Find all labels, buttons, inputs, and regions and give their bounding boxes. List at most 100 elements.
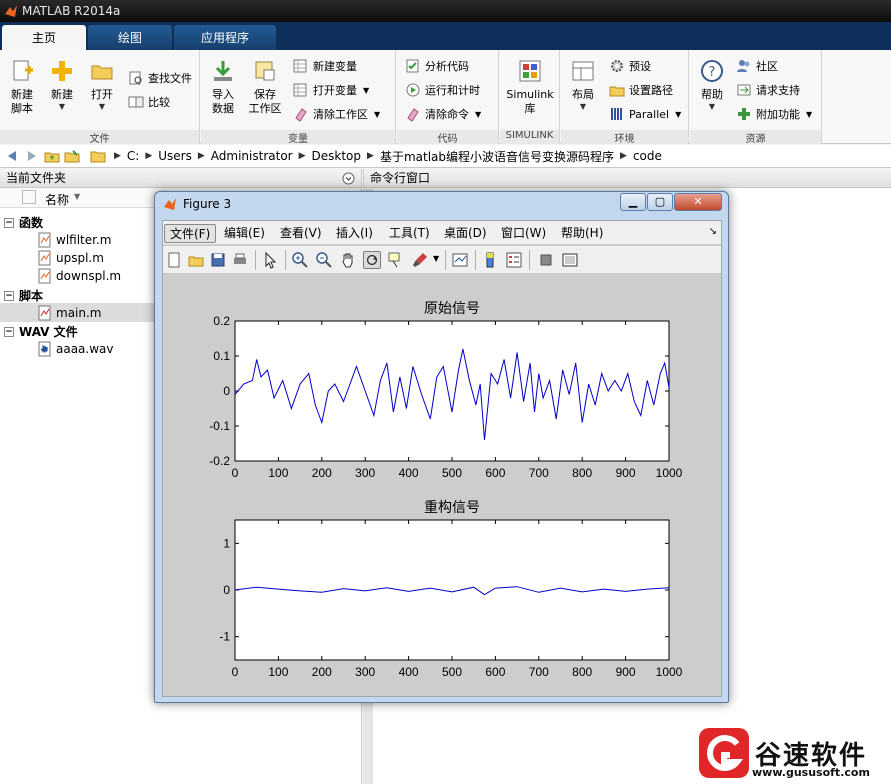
layout-button[interactable]: 布局 ▼ (563, 58, 603, 112)
set-path-icon (609, 86, 625, 97)
menu-view[interactable]: 查看(V) (275, 224, 327, 243)
x-tick-label: 700 (529, 665, 549, 679)
x-tick-label: 600 (485, 466, 505, 480)
legend-icon[interactable] (505, 251, 523, 269)
menu-desktop[interactable]: 桌面(D) (439, 224, 492, 243)
save-workspace-button[interactable]: 保存 工作区 (245, 58, 285, 116)
brush-icon[interactable] (411, 251, 429, 269)
dropdown-arrow-icon: ▼ (708, 102, 716, 111)
data-cursor-icon[interactable] (387, 251, 405, 269)
back-arrow-icon[interactable] (4, 148, 20, 164)
maximize-button[interactable]: ▢ (647, 193, 673, 211)
x-tick-label: 900 (616, 665, 636, 679)
address-bar: ▶ C: ▶ Users ▶ Administrator ▶ Desktop ▶ 基于m… (0, 145, 891, 168)
browse-folder-icon[interactable] (64, 148, 80, 164)
clear-commands-icon (407, 108, 419, 122)
new-figure-icon[interactable] (165, 251, 183, 269)
file-item[interactable]: downspl.m (38, 268, 121, 284)
file-item[interactable]: upspl.m (38, 250, 104, 266)
set-path-button[interactable]: 设置路径 (609, 80, 673, 100)
simulink-group: Simulink 库 SIMULINK (500, 50, 560, 144)
wav-file-icon (38, 341, 51, 357)
collapse-icon[interactable]: − (4, 326, 14, 337)
menu-file[interactable]: 文件(F) (164, 224, 217, 243)
menu-tools[interactable]: 工具(T) (384, 224, 435, 243)
figure-menubar: 文件(F) 编辑(E) 查看(V) 插入(I) 工具(T) 桌面(D) 窗口(W… (163, 221, 721, 245)
tab-home[interactable]: 主页 (2, 25, 86, 50)
collapse-icon[interactable]: − (4, 290, 14, 301)
clear-workspace-button[interactable]: 清除工作区 ▼ (293, 104, 380, 124)
collapse-icon[interactable]: − (4, 217, 14, 228)
file-item[interactable]: wlfilter.m (38, 232, 111, 248)
simulink-library-button[interactable]: Simulink 库 (506, 58, 554, 116)
x-tick-label: 700 (529, 466, 549, 480)
hide-plot-tools-icon[interactable] (537, 251, 555, 269)
menu-help[interactable]: 帮助(H) (556, 224, 608, 243)
help-icon: ? (701, 60, 723, 82)
breadcrumb-desktop[interactable]: Desktop (312, 149, 362, 163)
title-bar: MATLAB R2014a (0, 0, 891, 22)
new-button[interactable]: 新建 ▼ (42, 58, 82, 112)
breadcrumb-administrator[interactable]: Administrator (211, 149, 293, 163)
addons-button[interactable]: 附加功能 ▼ (736, 104, 812, 124)
breadcrumb-c[interactable]: C: (127, 149, 139, 163)
tab-plots[interactable]: 绘图 (88, 25, 172, 50)
new-script-button[interactable]: 新建 脚本 (2, 58, 42, 116)
help-button[interactable]: ? 帮助 ▼ (692, 58, 732, 112)
dropdown-arrow-icon: ▼ (806, 109, 813, 119)
breadcrumb-users[interactable]: Users (158, 149, 192, 163)
brush-dropdown-icon[interactable]: ▼ (433, 254, 439, 263)
menu-insert[interactable]: 插入(I) (331, 224, 378, 243)
colorbar-icon[interactable] (481, 251, 499, 269)
x-tick-label: 100 (268, 665, 288, 679)
y-tick-label: -1 (219, 630, 230, 644)
pan-hand-icon[interactable] (339, 251, 357, 269)
breadcrumb-code[interactable]: code (633, 149, 662, 163)
column-checkbox[interactable] (22, 190, 36, 204)
import-data-button[interactable]: 导入 数据 (203, 58, 243, 116)
analyze-code-button[interactable]: 分析代码 (405, 56, 469, 76)
find-files-button[interactable]: 查找文件 (128, 68, 192, 88)
dock-arrow-icon[interactable]: ↘ (709, 226, 717, 237)
request-support-button[interactable]: 请求支持 (736, 80, 800, 100)
minimize-button[interactable]: ▁ (620, 193, 646, 211)
community-button[interactable]: 社区 (736, 56, 778, 76)
x-tick-label: 600 (485, 665, 505, 679)
zoom-in-icon[interactable] (291, 251, 309, 269)
parallel-button[interactable]: Parallel ▼ (609, 104, 681, 124)
section-wav-files[interactable]: − WAV 文件 (4, 323, 78, 340)
show-plot-tools-icon[interactable] (561, 251, 579, 269)
clear-commands-button[interactable]: 清除命令 ▼ (405, 104, 481, 124)
section-scripts[interactable]: − 脚本 (4, 287, 43, 304)
file-item[interactable]: aaaa.wav (38, 341, 114, 357)
save-icon[interactable] (209, 251, 227, 269)
panel-menu-icon[interactable] (342, 172, 355, 185)
zoom-out-icon[interactable] (315, 251, 333, 269)
section-functions[interactable]: − 函数 (4, 214, 43, 231)
print-icon[interactable] (231, 251, 249, 269)
run-and-time-button[interactable]: 运行和计时 (405, 80, 480, 100)
tab-apps[interactable]: 应用程序 (174, 25, 276, 50)
open-variable-button[interactable]: 打开变量 ▼ (293, 80, 369, 100)
open-button[interactable]: 打开 ▼ (82, 58, 122, 112)
y-tick-label: 0 (223, 384, 230, 398)
open-file-icon[interactable] (187, 251, 205, 269)
preferences-button[interactable]: 预设 (609, 56, 651, 76)
simulink-group-label: SIMULINK (500, 130, 559, 144)
x-tick-label: 0 (232, 466, 239, 480)
compare-button[interactable]: 比较 (128, 92, 170, 112)
menu-edit[interactable]: 编辑(E) (219, 224, 270, 243)
menu-window[interactable]: 窗口(W) (496, 224, 551, 243)
forward-arrow-icon[interactable] (24, 148, 40, 164)
up-folder-icon[interactable] (44, 148, 60, 164)
link-plot-icon[interactable] (451, 251, 469, 269)
file-item-selected[interactable]: main.m (38, 305, 102, 321)
close-button[interactable]: ✕ (674, 193, 722, 211)
y-tick-label: -0.1 (209, 419, 230, 433)
new-variable-button[interactable]: 新建变量 (293, 56, 357, 76)
resources-group-label: 资源 (690, 130, 821, 145)
breadcrumb-project[interactable]: 基于matlab编程小波语音信号变换源码程序 (380, 148, 614, 165)
matlab-logo-icon (5, 5, 17, 17)
rotate-3d-icon[interactable] (363, 251, 381, 269)
pointer-icon[interactable] (261, 251, 279, 269)
